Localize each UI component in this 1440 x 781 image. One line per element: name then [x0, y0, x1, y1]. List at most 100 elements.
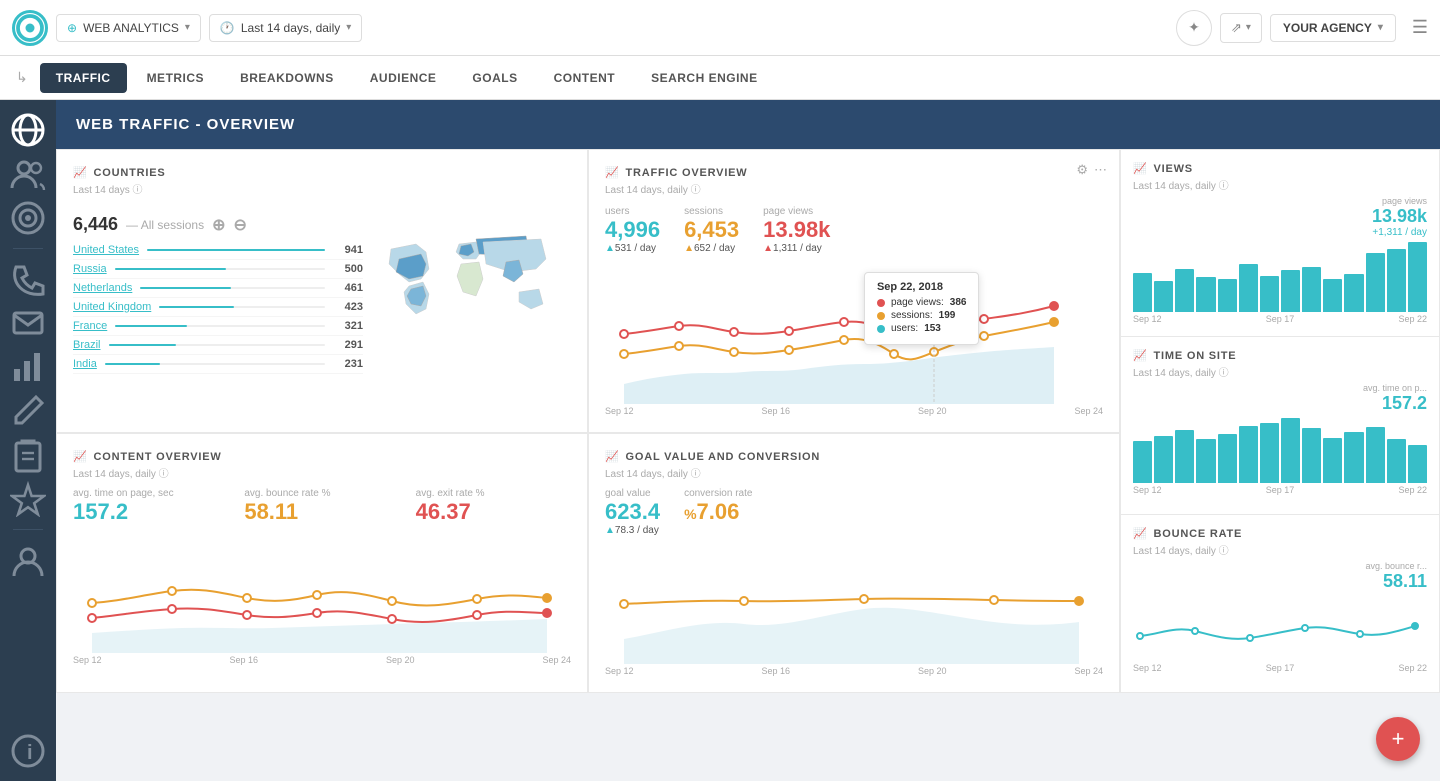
bar [1175, 430, 1194, 483]
views-dates: Sep 12 Sep 17 Sep 22 [1133, 314, 1427, 324]
tab-search-engine[interactable]: SEARCH ENGINE [635, 63, 774, 93]
users-change: ▲531 / day [605, 243, 660, 254]
logo[interactable] [12, 10, 48, 46]
agency-selector[interactable]: YOUR AGENCY ▾ [1270, 14, 1396, 42]
country-data: 6,446 — All sessions ⊕ ⊖ United States 9… [73, 204, 363, 374]
sessions-change: ▲652 / day [684, 243, 739, 254]
tooltip-users: users: 153 [877, 323, 967, 334]
countries-total: 6,446 — All sessions ⊕ ⊖ [73, 214, 363, 235]
countries-sub[interactable]: ⊖ [233, 215, 246, 235]
tab-breakdowns[interactable]: BREAKDOWNS [224, 63, 350, 93]
sidebar-icon-phone[interactable] [10, 261, 46, 297]
clock-icon: 🕐 [220, 21, 235, 35]
bar [1408, 242, 1427, 312]
trend-icon-content: 📈 [73, 450, 88, 463]
traffic-overview-title: 📈 TRAFFIC OVERVIEW [605, 166, 1103, 179]
daterange-selector[interactable]: 🕐 Last 14 days, daily ▾ [209, 14, 362, 42]
metric-sessions: sessions 6,453 ▲652 / day [684, 206, 739, 254]
bar [1302, 267, 1321, 313]
conversion-value: %7.06 [684, 499, 752, 525]
tooltip-pageviews: page views: 386 [877, 297, 967, 308]
trend-icon-time: 📈 [1133, 349, 1148, 362]
bar [1218, 279, 1237, 312]
content-metric-time: avg. time on page, sec 157.2 [73, 488, 228, 525]
datasource-arrow: ▾ [185, 22, 190, 33]
bar [1154, 436, 1173, 483]
bar [1260, 276, 1279, 312]
content-subtitle: Last 14 days, daily ⓘ [73, 465, 571, 480]
expand-icon[interactable]: ⋯ [1094, 162, 1107, 178]
sidebar-icon-chart[interactable] [10, 349, 46, 385]
sidebar-icon-target[interactable] [10, 200, 46, 236]
bar [1323, 279, 1342, 312]
add-button[interactable]: + [1376, 717, 1420, 761]
share-button[interactable]: ⇗ ▾ [1220, 13, 1262, 43]
svg-text:i: i [27, 742, 33, 764]
countries-layout: 6,446 — All sessions ⊕ ⊖ United States 9… [73, 204, 571, 374]
share-arrow: ▾ [1246, 22, 1251, 33]
bar [1154, 281, 1173, 312]
tab-audience[interactable]: AUDIENCE [354, 63, 453, 93]
sidebar-icon-users[interactable] [10, 156, 46, 192]
content-metric-bounce: avg. bounce rate % 58.11 [244, 488, 399, 525]
tab-goals[interactable]: GOALS [456, 63, 533, 93]
trend-icon-traffic: 📈 [605, 166, 620, 179]
sidebar: i [0, 100, 56, 781]
trend-icon-bounce: 📈 [1133, 527, 1148, 540]
datasource-selector[interactable]: ⊕ WEB ANALYTICS ▾ [56, 14, 201, 42]
sidebar-icon-email[interactable] [10, 305, 46, 341]
gear-icon[interactable]: ⚙ [1076, 162, 1088, 178]
traffic-chart: Sep 22, 2018 page views: 386 sessions: 1… [605, 264, 1103, 404]
right-column: 📈 VIEWS Last 14 days, daily ⓘ page views… [1120, 149, 1440, 693]
bar [1218, 434, 1237, 483]
bar [1344, 432, 1363, 483]
sidebar-icon-pencil[interactable] [10, 393, 46, 429]
content-title: 📈 CONTENT OVERVIEW [73, 450, 571, 463]
bar [1239, 426, 1258, 483]
main-layout: i WEB TRAFFIC - OVERVIEW 📈 COUNTRIES Las… [0, 100, 1440, 781]
sidebar-icon-globe[interactable] [10, 112, 46, 148]
traffic-dates: Sep 12 Sep 16 Sep 20 Sep 24 [605, 406, 1103, 416]
daterange-label: Last 14 days, daily [241, 21, 340, 35]
goal-title: 📈 GOAL VALUE AND CONVERSION [605, 450, 1103, 463]
bar [1133, 441, 1152, 483]
sidebar-icon-user[interactable] [10, 542, 46, 578]
bar [1175, 269, 1194, 312]
magic-button[interactable]: ✦ [1176, 10, 1212, 46]
bounce-title: 📈 BOUNCE RATE [1133, 527, 1427, 540]
sidebar-icon-star[interactable] [10, 481, 46, 517]
agency-label: YOUR AGENCY [1283, 21, 1372, 35]
hamburger-menu[interactable]: ☰ [1412, 17, 1428, 38]
metric-users: users 4,996 ▲531 / day [605, 206, 660, 254]
sidebar-icon-clipboard[interactable] [10, 437, 46, 473]
content-area: WEB TRAFFIC - OVERVIEW 📈 COUNTRIES Last … [56, 100, 1440, 781]
traffic-overview-card: ⚙ ⋯ 📈 TRAFFIC OVERVIEW Last 14 days, dai… [588, 149, 1120, 433]
bar [1387, 249, 1406, 312]
goal-subtitle: Last 14 days, daily ⓘ [605, 465, 1103, 480]
bar [1260, 423, 1279, 483]
dashboard-grid: 📈 COUNTRIES Last 14 days ⓘ 6,446 — All s… [56, 149, 1440, 693]
country-row: Brazil 291 [73, 336, 363, 355]
tab-metrics[interactable]: METRICS [131, 63, 221, 93]
goal-metrics: goal value 623.4 ▲78.3 / day conversion … [605, 488, 1103, 536]
bar [1366, 427, 1385, 483]
bar [1366, 253, 1385, 313]
content-metric-exit: avg. exit rate % 46.37 [416, 488, 571, 525]
tab-traffic[interactable]: TRAFFIC [40, 63, 127, 93]
traffic-subtitle: Last 14 days, daily ⓘ [605, 181, 1103, 196]
agency-arrow: ▾ [1378, 22, 1383, 33]
country-row: India 231 [73, 355, 363, 374]
bounce-rate-card: 📈 BOUNCE RATE Last 14 days, daily ⓘ avg.… [1120, 515, 1440, 693]
time-bars [1133, 418, 1427, 483]
country-list: United States 941 Russia 500 Netherlands [73, 241, 363, 374]
goal-change: ▲78.3 / day [605, 525, 660, 536]
bar [1133, 273, 1152, 312]
datasource-label: WEB ANALYTICS [83, 21, 179, 35]
tab-content[interactable]: CONTENT [538, 63, 632, 93]
countries-info: ⓘ [133, 185, 143, 196]
country-row: United Kingdom 423 [73, 298, 363, 317]
countries-add[interactable]: ⊕ [212, 215, 225, 235]
bounce-dates: Sep 12 Sep 17 Sep 22 [1133, 663, 1427, 673]
bounce-subtitle: Last 14 days, daily ⓘ [1133, 542, 1427, 557]
sidebar-icon-info[interactable]: i [10, 733, 46, 769]
